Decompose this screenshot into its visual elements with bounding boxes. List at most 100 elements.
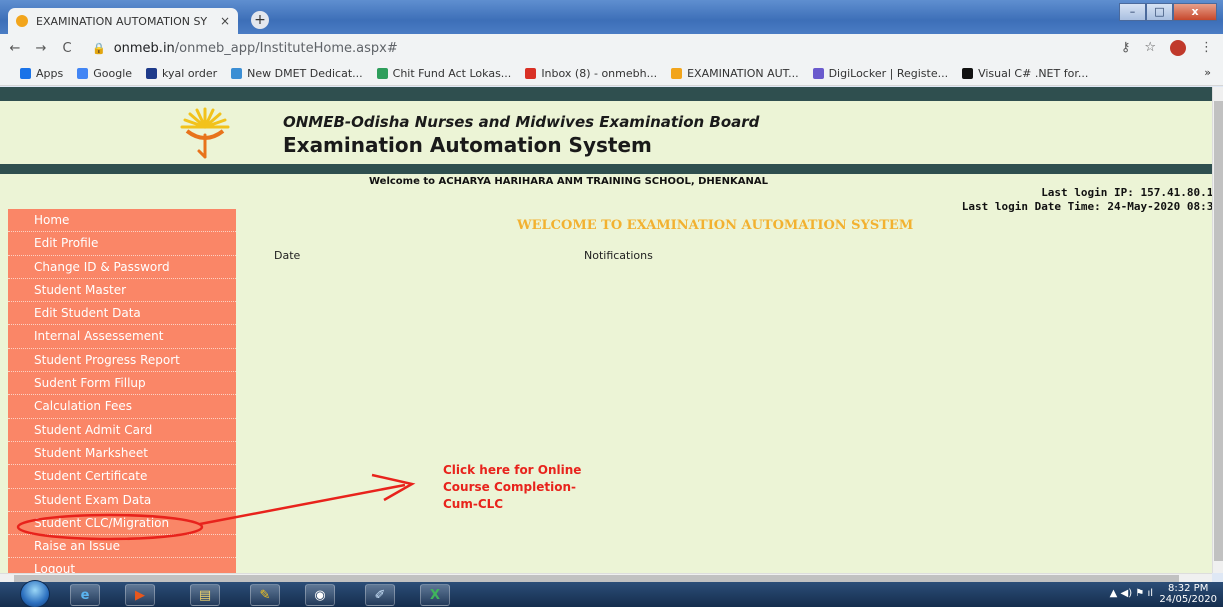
sidebar-item-student-marksheet[interactable]: Student Marksheet <box>8 442 236 466</box>
sidebar-item-internal-assessement[interactable]: Internal Assessement <box>8 325 236 349</box>
gmail-icon <box>525 68 537 79</box>
bookmark-label: DigiLocker | Registe... <box>828 67 949 80</box>
sidebar-item-logout[interactable]: Logout <box>8 558 236 573</box>
sidebar-item-student-progress-report[interactable]: Student Progress Report <box>8 349 236 373</box>
bookmark-label: Chit Fund Act Lokas... <box>392 67 512 80</box>
sidebar-item-student-clc-migration[interactable]: Student CLC/Migration <box>8 512 236 536</box>
bookmark-icon <box>376 68 388 79</box>
chrome-icon[interactable]: ◉ <box>305 584 335 606</box>
bookmark-label: New DMET Dedicat... <box>247 67 363 80</box>
menu-kebab-icon[interactable]: ⋮ <box>1200 40 1213 56</box>
screen: EXAMINATION AUTOMATION SY × + – □ x ← → … <box>0 0 1223 607</box>
arrow-head <box>371 473 416 502</box>
last-login-ip: Last login IP: 157.41.80.14 <box>1041 186 1212 199</box>
welcome-title: WELCOME TO EXAMINATION AUTOMATION SYSTEM <box>517 218 914 233</box>
bookmark-item[interactable]: DigiLocker | Registe... <box>812 67 949 80</box>
minimize-button[interactable]: – <box>1119 3 1146 21</box>
bookmarks-more-icon[interactable]: » <box>1204 66 1211 79</box>
url-host[interactable]: onmeb.in <box>114 41 175 56</box>
profile-avatar-icon[interactable] <box>1170 40 1186 56</box>
system-tray[interactable]: ▲ ◀) ⚑ ıl <box>1110 588 1153 599</box>
reload-icon[interactable]: C <box>56 41 78 56</box>
sidebar-item-raise-an-issue[interactable]: Raise an Issue <box>8 535 236 559</box>
bookmark-icon <box>812 68 824 79</box>
window-controls: – □ x <box>1119 3 1217 21</box>
key-icon[interactable]: ⚷ <box>1121 40 1131 56</box>
annotation-text: Click here for Online Course Completion-… <box>443 462 581 513</box>
bookmark-icon <box>146 68 158 79</box>
sidebar-menu: Home Edit Profile Change ID & Password Stud… <box>8 209 236 573</box>
apps-icon <box>20 68 31 79</box>
paint-app-icon[interactable]: ✎ <box>250 584 280 606</box>
bookmark-item[interactable]: kyal order <box>146 67 217 80</box>
url-path[interactable]: /onmeb_app/InstituteHome.aspx# <box>175 41 398 56</box>
horizontal-scrollbar[interactable] <box>0 573 1212 582</box>
sidebar-item-student-master[interactable]: Student Master <box>8 279 236 303</box>
bookmark-item[interactable]: EXAMINATION AUT... <box>671 67 799 80</box>
address-bar-actions: ⚷ ☆ ⋮ <box>1121 40 1213 56</box>
sidebar-item-student-admit-card[interactable]: Student Admit Card <box>8 419 236 442</box>
brush-app-icon[interactable]: ✐ <box>365 584 395 606</box>
system-name: Examination Automation System <box>283 133 652 157</box>
maximize-button[interactable]: □ <box>1146 3 1173 21</box>
sidebar-item-student-exam-data[interactable]: Student Exam Data <box>8 489 236 512</box>
site-favicon-icon <box>16 15 28 27</box>
close-window-button[interactable]: x <box>1173 3 1217 21</box>
onmeb-logo-icon <box>180 107 230 159</box>
sidebar-item-home[interactable]: Home <box>8 209 236 233</box>
bookmark-label: Google <box>93 67 133 80</box>
org-name: ONMEB-Odisha Nurses and Midwives Examina… <box>283 113 760 131</box>
bookmark-item[interactable]: Inbox (8) - onmebh... <box>525 67 657 80</box>
last-login-info: Last login IP: 157.41.80.14 Last login D… <box>962 186 1212 214</box>
bookmark-icon <box>231 68 243 79</box>
file-explorer-icon[interactable]: ▤ <box>190 584 220 606</box>
forward-icon[interactable]: → <box>30 41 52 56</box>
tab-title: EXAMINATION AUTOMATION SY <box>36 14 208 28</box>
bookmark-icon <box>962 68 974 79</box>
windows-taskbar: e ▶ ▤ ✎ ◉ ✐ X ▲ ◀) ⚑ ıl 8:32 PM 24/05/20… <box>0 580 1223 607</box>
address-bar: ← → C 🔒 onmeb.in/onmeb_app/InstituteHome… <box>0 34 1223 62</box>
annotation-line-1: Click here for Online <box>443 463 582 477</box>
welcome-institute: Welcome to ACHARYA HARIHARA ANM TRAINING… <box>369 176 768 187</box>
close-tab-icon[interactable]: × <box>220 14 230 28</box>
bookmark-item[interactable]: Google <box>77 67 132 80</box>
site-header: ONMEB-Odisha Nurses and Midwives Examina… <box>0 101 1212 163</box>
last-login-time: Last login Date Time: 24-May-2020 08:31 <box>961 200 1212 213</box>
bookmark-label: Apps <box>36 67 64 80</box>
sidebar-item-change-id-password[interactable]: Change ID & Password <box>8 256 236 279</box>
horizontal-scroll-thumb[interactable] <box>14 575 1179 582</box>
sidebar-item-student-certificate[interactable]: Student Certificate <box>8 465 236 489</box>
bookmark-label: EXAMINATION AUT... <box>687 67 799 80</box>
new-tab-button[interactable]: + <box>251 11 269 29</box>
bookmark-label: Inbox (8) - onmebh... <box>541 67 658 80</box>
excel-icon[interactable]: X <box>420 584 450 606</box>
sidebar-item-edit-profile[interactable]: Edit Profile <box>8 232 236 256</box>
sidebar-item-calculation-fees[interactable]: Calculation Fees <box>8 395 236 419</box>
bookmark-item[interactable]: Chit Fund Act Lokas... <box>376 67 512 80</box>
vertical-scroll-thumb[interactable] <box>1214 101 1223 561</box>
bookmark-item[interactable]: New DMET Dedicat... <box>231 67 363 80</box>
header-bottom-band <box>0 164 1212 174</box>
google-icon <box>77 68 89 79</box>
taskbar-clock[interactable]: 8:32 PM 24/05/2020 <box>1159 583 1217 605</box>
internet-explorer-icon[interactable]: e <box>70 584 100 606</box>
annotation-line-2: Course Completion- <box>443 480 576 494</box>
header-top-band <box>0 87 1212 101</box>
bookmark-label: kyal order <box>162 67 218 80</box>
bookmark-icon <box>671 68 683 79</box>
lock-icon[interactable]: 🔒 <box>92 42 106 55</box>
media-player-icon[interactable]: ▶ <box>125 584 155 606</box>
vertical-scrollbar[interactable] <box>1212 87 1223 573</box>
browser-tab[interactable]: EXAMINATION AUTOMATION SY × <box>8 8 238 34</box>
start-button[interactable] <box>20 580 50 607</box>
star-icon[interactable]: ☆ <box>1144 40 1156 56</box>
back-icon[interactable]: ← <box>4 41 26 56</box>
bookmarks-bar: Apps Google kyal order New DMET Dedicat... C… <box>0 62 1223 86</box>
sidebar-item-edit-student-data[interactable]: Edit Student Data <box>8 302 236 326</box>
date-column-header: Date <box>274 249 301 262</box>
sidebar-item-sudent-form-fillup[interactable]: Sudent Form Fillup <box>8 372 236 396</box>
annotation-line-3: Cum-CLC <box>443 497 504 511</box>
bookmark-item[interactable]: Apps <box>20 67 63 80</box>
bookmark-item[interactable]: Visual C# .NET for... <box>962 67 1088 80</box>
notifications-column-header: Notifications <box>584 249 653 262</box>
